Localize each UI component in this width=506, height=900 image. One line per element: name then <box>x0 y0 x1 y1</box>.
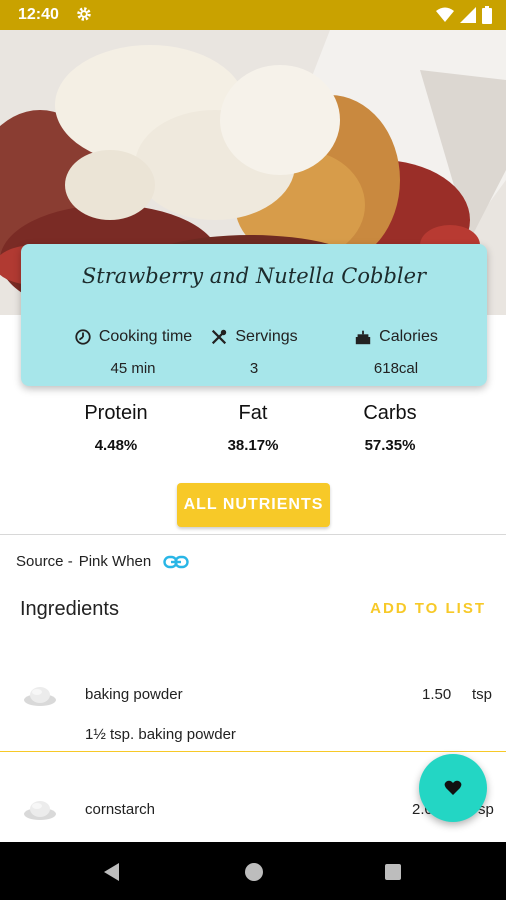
source-row: Source - Pink When <box>16 553 189 570</box>
cake-icon <box>355 330 371 345</box>
calories-info: Calories 618cal <box>321 326 471 377</box>
ingredient-name: baking powder <box>85 686 183 703</box>
link-icon[interactable] <box>163 554 189 570</box>
powder-icon <box>24 801 56 820</box>
back-icon[interactable] <box>101 861 123 883</box>
carbs-value: 57.35% <box>364 437 416 454</box>
fat-label: Fat <box>238 402 268 424</box>
source-name[interactable]: Pink When <box>79 553 152 570</box>
powder-icon <box>24 687 56 706</box>
servings-label: Servings <box>235 328 298 345</box>
carbs-label: Carbs <box>363 402 417 424</box>
favorite-button[interactable] <box>419 754 487 822</box>
ingredient-divider <box>0 751 506 752</box>
home-icon[interactable] <box>243 861 265 883</box>
battery-icon <box>482 6 492 24</box>
wifi-icon <box>436 7 454 22</box>
divider <box>0 534 506 535</box>
ingredient-description: 1½ tsp. baking powder <box>85 726 236 743</box>
servings-value: 3 <box>249 360 259 377</box>
utensils-icon <box>212 329 227 345</box>
protein-label: Protein <box>84 402 148 424</box>
calories-label: Calories <box>379 328 438 345</box>
heart-icon <box>444 780 462 795</box>
navigation-bar <box>0 842 506 900</box>
recents-icon[interactable] <box>382 861 404 883</box>
fat-nutrient: Fat 38.17% <box>183 402 323 454</box>
recipe-info-card: Strawberry and Nutella Cobbler Cooking t… <box>21 244 487 386</box>
signal-icon <box>460 7 476 23</box>
recipe-title: Strawberry and Nutella Cobbler <box>81 264 427 288</box>
fat-value: 38.17% <box>227 437 279 454</box>
calories-value: 618cal <box>373 360 419 377</box>
all-nutrients-button[interactable]: ALL NUTRIENTS <box>177 483 330 527</box>
servings-info: Servings 3 <box>179 326 329 377</box>
ingredient-unit: tsp <box>472 686 493 703</box>
protein-nutrient: Protein 4.48% <box>46 402 186 454</box>
ingredient-amount: 1.50 <box>422 686 452 703</box>
protein-value: 4.48% <box>94 437 138 454</box>
add-to-list-button[interactable]: ADD TO LIST <box>370 600 486 617</box>
ingredient-name: cornstarch <box>85 801 156 818</box>
status-icons <box>436 6 492 24</box>
source-label: Source - <box>16 553 73 570</box>
status-time: 12:40 <box>18 6 59 23</box>
gear-icon <box>77 7 91 21</box>
ingredients-title: Ingredients <box>20 598 119 620</box>
status-bar: 12:40 <box>0 0 506 30</box>
carbs-nutrient: Carbs 57.35% <box>320 402 460 454</box>
timer-icon <box>75 329 91 345</box>
